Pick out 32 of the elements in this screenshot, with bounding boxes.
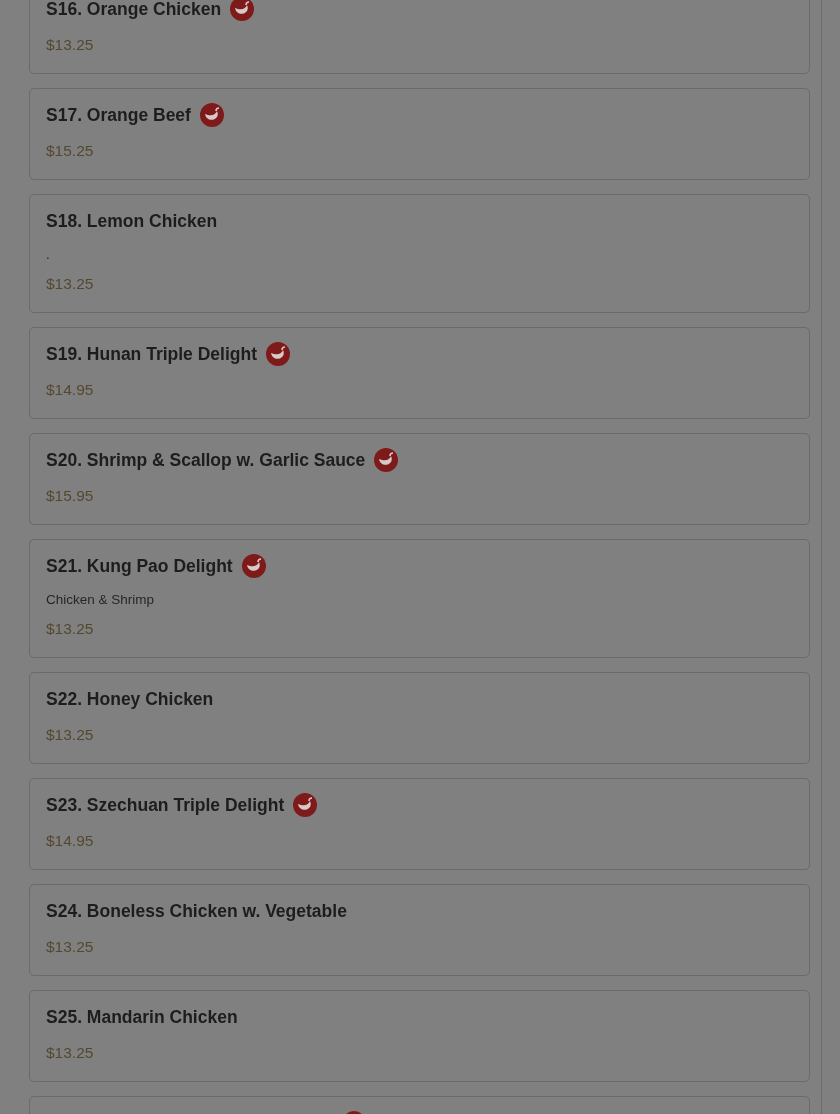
menu-item-card[interactable]: S21. Kung Pao Delight Chicken & Shrimp $13.25 — [29, 539, 810, 658]
dish-price: $13.25 — [46, 938, 95, 956]
dish-price: $13.25 — [46, 726, 95, 744]
dish-name: S21. Kung Pao Delight — [46, 555, 233, 578]
dish-name: S19. Hunan Triple Delight — [46, 343, 257, 366]
menu-item-card[interactable]: S19. Hunan Triple Delight $14.95 — [29, 327, 810, 419]
menu-item-card[interactable]: S20. Shrimp & Scallop w. Garlic Sauce $15.95 — [29, 433, 810, 525]
dish-price: $15.95 — [46, 487, 95, 505]
dish-price: $13.25 — [46, 620, 95, 638]
dish-description: Chicken & Shrimp — [46, 591, 156, 609]
dish-name: S17. Orange Beef — [46, 104, 191, 127]
dish-price: $13.25 — [46, 36, 95, 54]
dish-name: S16. Orange Chicken — [46, 0, 222, 21]
dish-price: $15.25 — [46, 142, 95, 160]
dish-name: S18. Lemon Chicken — [46, 210, 218, 233]
menu-item-card[interactable]: S16. Orange Chicken $13.25 — [29, 0, 810, 74]
dish-price: $13.25 — [46, 275, 95, 293]
menu-item-card[interactable]: S23. Szechuan Triple Delight $14.95 — [29, 778, 810, 870]
menu-item-card[interactable]: S22. Honey Chicken $13.25 — [29, 672, 810, 764]
menu-item-card[interactable]: S25. Mandarin Chicken $13.25 — [29, 990, 810, 1082]
dish-name: S23. Szechuan Triple Delight — [46, 794, 285, 817]
dish-price: $14.95 — [46, 832, 95, 850]
menu-item-card[interactable]: S18. Lemon Chicken . $13.25 — [29, 194, 810, 313]
dish-name: S22. Honey Chicken — [46, 688, 214, 711]
dish-price: $14.95 — [46, 381, 95, 399]
dish-name: S20. Shrimp & Scallop w. Garlic Sauce — [46, 449, 366, 472]
dish-name: S25. Mandarin Chicken — [46, 1006, 238, 1029]
dish-description: . — [46, 246, 51, 264]
menu-item-card[interactable]: S24. Boneless Chicken w. Vegetable $13.25 — [29, 884, 810, 976]
dish-name: S24. Boneless Chicken w. Vegetable — [46, 900, 347, 923]
dish-price: $13.25 — [46, 1044, 95, 1062]
menu-item-card[interactable]: S17. Orange Beef $15.25 — [29, 88, 810, 180]
